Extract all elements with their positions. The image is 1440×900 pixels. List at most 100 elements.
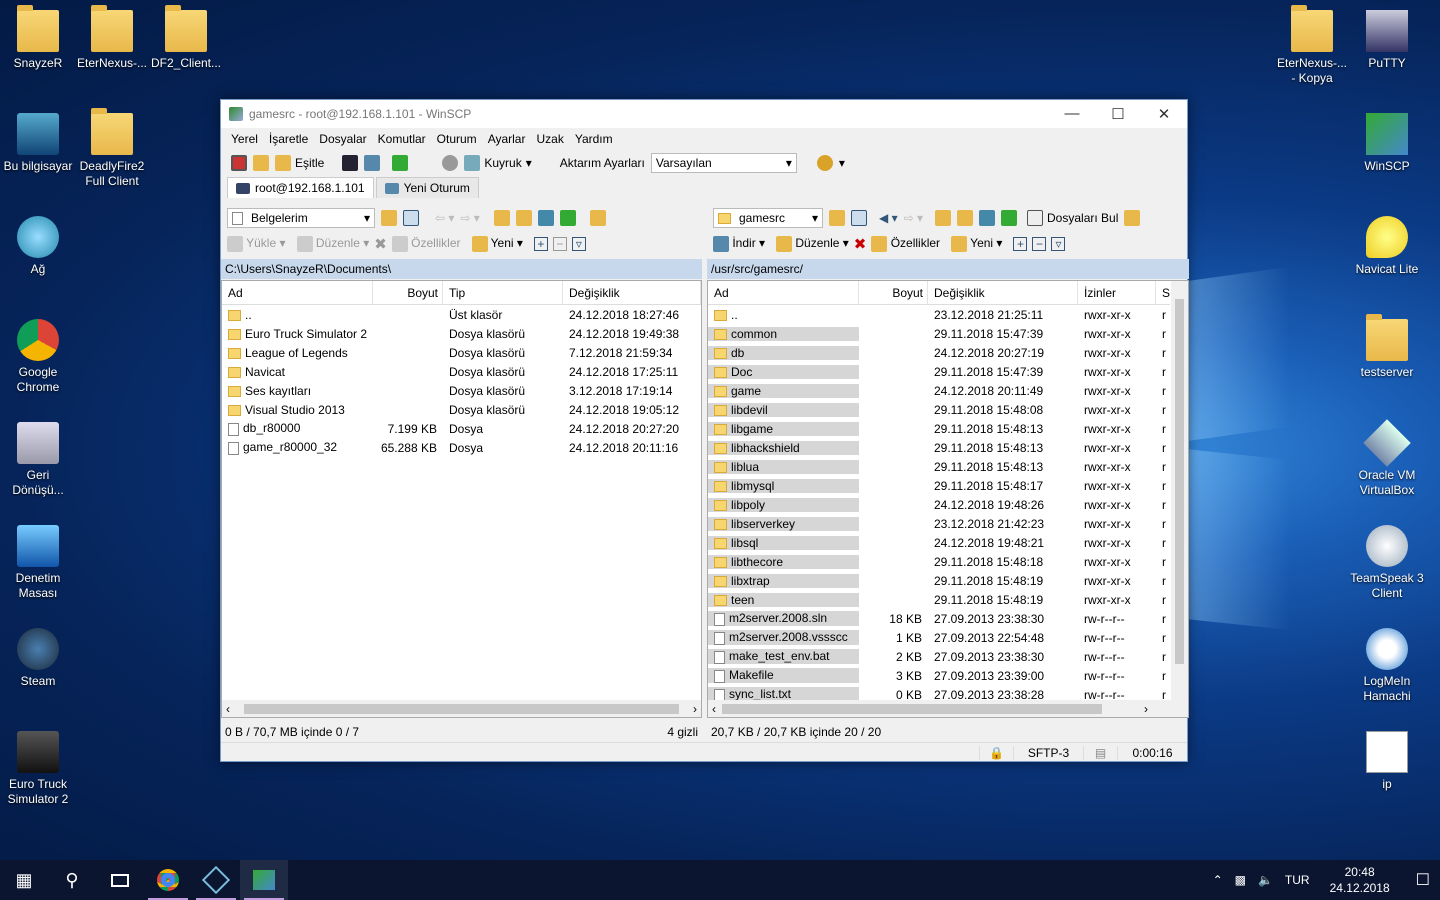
right-hscrollbar[interactable]: ‹ › [708, 700, 1188, 717]
open-folder-icon[interactable] [381, 210, 397, 226]
back-icon[interactable]: ◀ ▾ [879, 211, 898, 225]
back-icon[interactable]: ⇦ ▾ [435, 211, 454, 225]
minimize-button[interactable]: — [1049, 105, 1095, 123]
forward-icon[interactable]: ⇨ ▾ [460, 211, 479, 225]
language-indicator[interactable]: TUR [1285, 873, 1310, 887]
left-file-list[interactable]: Ad Boyut Tip Değişiklik .. Üst klasör 24.1… [221, 280, 702, 718]
table-row[interactable]: sync_list.txt 0 KB 27.09.2013 23:38:28 rw-r… [708, 685, 1170, 701]
forward-icon[interactable]: ⇨ ▾ [904, 211, 923, 225]
desktop-icon[interactable]: Euro Truck Simulator 2 [0, 731, 76, 807]
column-owner[interactable]: S [1156, 281, 1170, 304]
desktop-icon[interactable]: Bu bilgisayar [0, 113, 76, 174]
desktop-icon[interactable]: Steam [0, 628, 76, 689]
left-path-bar[interactable]: C:\Users\SnayzeR\Documents\ [221, 259, 702, 279]
desktop-icon[interactable]: Geri Dönüşü... [0, 422, 76, 498]
desktop-icon[interactable]: Navicat Lite [1349, 216, 1425, 277]
table-row[interactable]: libmysql 29.11.2018 15:48:17 rwxr-xr-x r [708, 476, 1170, 495]
transfer-settings-select[interactable]: Varsayılan ▾ [650, 153, 797, 173]
notification-icon[interactable]: ☐ [1416, 870, 1430, 890]
table-row[interactable]: libpoly 24.12.2018 19:48:26 rwxr-xr-x r [708, 495, 1170, 514]
edit-button[interactable]: Düzenle ▾ [776, 236, 849, 252]
console-icon[interactable] [342, 155, 359, 171]
column-type[interactable]: Tip [443, 281, 563, 304]
close-button[interactable]: ✕ [1141, 105, 1187, 123]
delete-icon[interactable]: ✖ [854, 235, 867, 253]
title-bar[interactable]: gamesrc - root@192.168.1.101 - WinSCP — … [221, 100, 1187, 128]
desktop-icon[interactable]: TeamSpeak 3 Client [1349, 525, 1425, 601]
edit-button[interactable]: Düzenle ▾ [296, 236, 369, 252]
desktop-icon[interactable]: EterNexus-... [74, 5, 150, 71]
table-row[interactable]: common 29.11.2018 15:47:39 rwxr-xr-x r [708, 324, 1170, 343]
desktop-icon[interactable]: DF2_Client... [148, 5, 224, 71]
right-vscrollbar[interactable] [1171, 281, 1188, 701]
table-row[interactable]: Euro Truck Simulator 2 Dosya klasörü 24.12… [222, 324, 701, 343]
task-view-button[interactable] [96, 860, 144, 900]
chevron-right-icon[interactable]: › [1144, 702, 1148, 716]
table-row[interactable]: Makefile 3 KB 27.09.2013 23:39:00 rw-r--r--… [708, 666, 1170, 685]
volume-icon[interactable]: 🔈 [1258, 873, 1273, 887]
queue-button[interactable]: Kuyruk ▾ [464, 155, 532, 171]
right-file-list[interactable]: Ad Boyut Değişiklik İzinler S .. 23.12.20… [707, 280, 1189, 718]
menu-item[interactable]: Oturum [437, 132, 477, 146]
refresh-icon[interactable] [1001, 210, 1018, 226]
table-row[interactable]: m2server.2008.vssscc 1 KB 27.09.2013 22:54… [708, 628, 1170, 647]
chevron-up-icon[interactable]: ⌃ [1213, 873, 1223, 887]
table-row[interactable]: Ses kayıtları Dosya klasörü 3.12.2018 17:1… [222, 381, 701, 400]
table-row[interactable]: .. Üst klasör 24.12.2018 18:27:46 [222, 305, 701, 324]
refresh-icon[interactable] [559, 210, 576, 226]
desktop-icon[interactable]: testserver [1349, 314, 1425, 380]
table-row[interactable]: game 24.12.2018 20:11:49 rwxr-xr-x r [708, 381, 1170, 400]
chevron-right-icon[interactable]: › [693, 702, 697, 716]
refresh-icon[interactable] [392, 155, 409, 171]
scroll-thumb[interactable] [244, 703, 679, 714]
scroll-thumb[interactable] [722, 703, 1102, 714]
table-row[interactable]: libhackshield 29.11.2018 15:48:13 rwxr-xr-… [708, 438, 1170, 457]
properties-button[interactable]: Özellikler [871, 236, 940, 252]
table-row[interactable]: Visual Studio 2013 Dosya klasörü 24.12.201… [222, 400, 701, 419]
table-row[interactable]: Doc 29.11.2018 15:47:39 rwxr-xr-x r [708, 362, 1170, 381]
column-modified[interactable]: Değişiklik [563, 281, 701, 304]
desktop-icon[interactable]: Ağ [0, 216, 76, 277]
table-row[interactable]: db_r80000 7.199 KB Dosya 24.12.2018 20:27:2… [222, 419, 701, 438]
clock[interactable]: 20:48 24.12.2018 [1330, 864, 1390, 896]
table-row[interactable]: .. 23.12.2018 21:25:11 rwxr-xr-x r [708, 305, 1170, 324]
desktop-icon[interactable]: WinSCP [1349, 113, 1425, 174]
unselect-icon[interactable]: − [552, 237, 567, 251]
find-icon[interactable] [589, 210, 606, 226]
chevron-left-icon[interactable]: ‹ [226, 702, 230, 716]
gear-icon[interactable] [442, 155, 459, 171]
right-path-bar[interactable]: /usr/src/gamesrc/ [707, 259, 1189, 279]
desktop-icon[interactable]: ip [1349, 731, 1425, 792]
putty-icon[interactable] [364, 155, 381, 171]
taskbar-virtualbox[interactable] [192, 860, 240, 900]
taskbar-chrome[interactable] [144, 860, 192, 900]
table-row[interactable]: db 24.12.2018 20:27:19 rwxr-xr-x r [708, 343, 1170, 362]
find-files-button[interactable]: Dosyaları Bul [1027, 210, 1118, 226]
menu-item[interactable]: Yerel [231, 132, 258, 146]
table-row[interactable]: m2server.2008.sln 18 KB 27.09.2013 23:38:3… [708, 609, 1170, 628]
root-dir-icon[interactable] [515, 210, 532, 226]
table-row[interactable]: libserverkey 23.12.2018 21:42:23 rwxr-xr-x… [708, 514, 1170, 533]
filter-icon[interactable] [851, 210, 867, 226]
column-size[interactable]: Boyut [373, 281, 443, 304]
start-button[interactable]: ▦ [0, 860, 48, 900]
filter-select-icon[interactable]: ▿ [571, 237, 586, 251]
menu-item[interactable]: Komutlar [378, 132, 426, 146]
taskbar-winscp[interactable] [240, 860, 288, 900]
desktop-icon[interactable]: Oracle VM VirtualBox [1349, 419, 1425, 498]
open-folder-icon[interactable] [829, 210, 845, 226]
left-hscrollbar[interactable]: ‹ › [222, 700, 701, 717]
column-size[interactable]: Boyut [859, 281, 928, 304]
table-row[interactable]: liblua 29.11.2018 15:48:13 rwxr-xr-x r [708, 457, 1170, 476]
desktop-icon[interactable]: SnayzeR [0, 5, 76, 71]
sync-browse-icon[interactable] [253, 155, 269, 171]
filter-icon[interactable] [403, 210, 419, 226]
table-row[interactable]: Navicat Dosya klasörü 24.12.2018 17:25:11 [222, 362, 701, 381]
desktop-icon[interactable]: Denetim Masası [0, 525, 76, 601]
column-name[interactable]: Ad [708, 281, 859, 304]
menu-item[interactable]: Uzak [536, 132, 563, 146]
desktop-icon[interactable]: EterNexus-... - Kopya [1274, 5, 1350, 86]
unselect-icon[interactable]: − [1032, 237, 1047, 251]
tab-new-session[interactable]: Yeni Oturum [375, 177, 479, 198]
tab-session[interactable]: root@192.168.1.101 [227, 177, 374, 198]
